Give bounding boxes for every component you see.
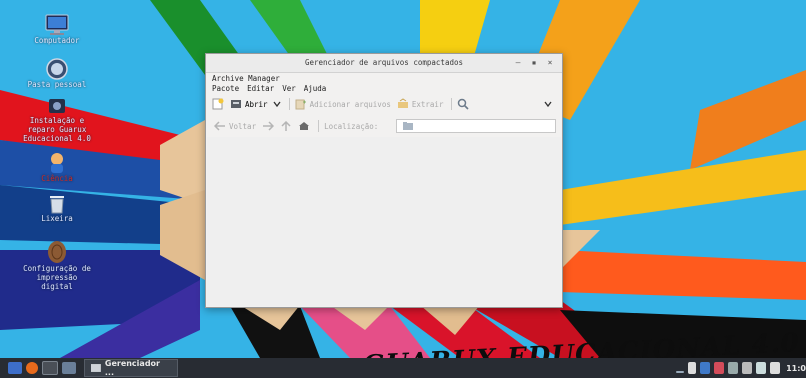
- volume-icon[interactable]: [770, 362, 781, 374]
- desktop-icon-lixeira[interactable]: Lixeira: [12, 192, 102, 223]
- back-label: Voltar: [229, 121, 257, 131]
- location-label: Localização:: [324, 121, 379, 131]
- firefox-icon[interactable]: [26, 362, 38, 374]
- menu-ver[interactable]: Ver: [278, 84, 300, 94]
- tools-icon: [49, 99, 65, 113]
- window-titlebar[interactable]: Gerenciador de arquivos compactados ‒ ▪ …: [206, 54, 562, 73]
- file-manager-icon[interactable]: [62, 362, 76, 374]
- up-button[interactable]: [280, 121, 292, 131]
- menu-pacote[interactable]: Pacote: [208, 84, 243, 94]
- archive-manager-window: Gerenciador de arquivos compactados ‒ ▪ …: [205, 53, 563, 308]
- menu-ajuda[interactable]: Ajuda: [300, 84, 331, 94]
- archive-manager-icon: [91, 364, 101, 372]
- add-files-button[interactable]: Adicionar arquivos: [295, 98, 391, 110]
- taskbar-window-button[interactable]: Gerenciador ...: [84, 359, 178, 377]
- start-menu-icon[interactable]: [8, 362, 22, 374]
- bluetooth-icon[interactable]: [714, 362, 725, 374]
- arrow-left-icon: [214, 121, 225, 131]
- archive-icon: [231, 100, 241, 108]
- fingerprint-icon: [48, 241, 66, 263]
- toolbar-separator: [451, 98, 453, 110]
- workspace-icon[interactable]: [700, 362, 711, 374]
- desktop-icon-ciencia[interactable]: Ciência: [12, 152, 102, 183]
- close-button[interactable]: ×: [544, 57, 556, 69]
- app-name: Archive Manager: [212, 74, 280, 83]
- child-icon: [51, 153, 63, 173]
- chevron-down-icon: [273, 101, 281, 108]
- search-button[interactable]: [457, 98, 470, 110]
- open-button[interactable]: Abrir: [230, 98, 281, 110]
- extract-label: Extrair: [411, 99, 444, 109]
- add-files-label: Adicionar arquivos: [309, 99, 391, 109]
- display-icon[interactable]: [742, 362, 753, 374]
- desktop-icon-label: Instalação e reparo Guarux Educacional 4…: [23, 116, 91, 143]
- new-archive-button[interactable]: [212, 98, 224, 110]
- open-label: Abrir: [245, 99, 268, 109]
- show-desktop-icon[interactable]: [676, 371, 685, 373]
- location-field[interactable]: [396, 119, 556, 133]
- user-icon[interactable]: [688, 362, 697, 374]
- nav-separator: [318, 120, 320, 132]
- keyboard-icon[interactable]: [728, 362, 739, 374]
- trash-icon: [50, 196, 64, 214]
- forward-button[interactable]: [262, 121, 275, 131]
- arrow-right-icon: [263, 121, 275, 131]
- add-files-icon: [295, 99, 306, 110]
- monitor-icon: [45, 14, 69, 35]
- system-tray: 11:0: [674, 358, 806, 378]
- file-list-area[interactable]: [207, 137, 561, 306]
- desktop-icon-label: Pasta pessoal: [27, 80, 87, 89]
- home-icon: [299, 122, 310, 130]
- desktop-icon-computador[interactable]: Computador: [12, 14, 102, 45]
- desktop-icon-impressao-digital[interactable]: Configuração de impressão digital: [12, 240, 102, 291]
- menu-bar: Pacote Editar Ver Ajuda: [208, 84, 330, 94]
- extract-button[interactable]: Extrair: [397, 98, 444, 110]
- desktop-icon-label: Lixeira: [41, 214, 73, 223]
- maximize-button[interactable]: ▪: [528, 57, 540, 69]
- new-document-icon: [212, 98, 224, 110]
- taskbar: Gerenciador ... 11:0: [0, 358, 806, 378]
- desktop-icon-label: Configuração de impressão digital: [23, 264, 91, 291]
- menu-dropdown-button[interactable]: [544, 100, 552, 108]
- minimize-button[interactable]: ‒: [512, 57, 524, 69]
- menu-editar[interactable]: Editar: [243, 84, 278, 94]
- taskbar-window-label: Gerenciador ...: [104, 359, 160, 377]
- home-folder-icon: [46, 58, 68, 80]
- clock[interactable]: 11:0: [786, 364, 806, 373]
- desktop-icon-instalacao[interactable]: Instalação e reparo Guarux Educacional 4…: [12, 96, 102, 143]
- toolbar-separator: [288, 98, 290, 110]
- extract-icon: [397, 98, 408, 108]
- network-icon[interactable]: [756, 362, 767, 374]
- folder-icon: [403, 122, 413, 130]
- desktop-icon-label: Ciência: [41, 174, 73, 183]
- desktop-icon-label: Computador: [34, 36, 80, 45]
- back-button[interactable]: Voltar: [214, 121, 256, 131]
- toolbar: Abrir Adicionar arquivos Extrair: [206, 95, 562, 113]
- terminal-icon[interactable]: [42, 361, 58, 375]
- desktop-icon-pasta-pessoal[interactable]: Pasta pessoal: [12, 58, 102, 89]
- arrow-up-icon: [281, 121, 291, 131]
- window-title: Gerenciador de arquivos compactados: [304, 58, 464, 67]
- desktop: Computador Pasta pessoal Instalação e re…: [0, 0, 806, 358]
- chevron-down-icon: [544, 101, 552, 108]
- home-button[interactable]: [298, 121, 310, 131]
- search-icon: [458, 98, 470, 110]
